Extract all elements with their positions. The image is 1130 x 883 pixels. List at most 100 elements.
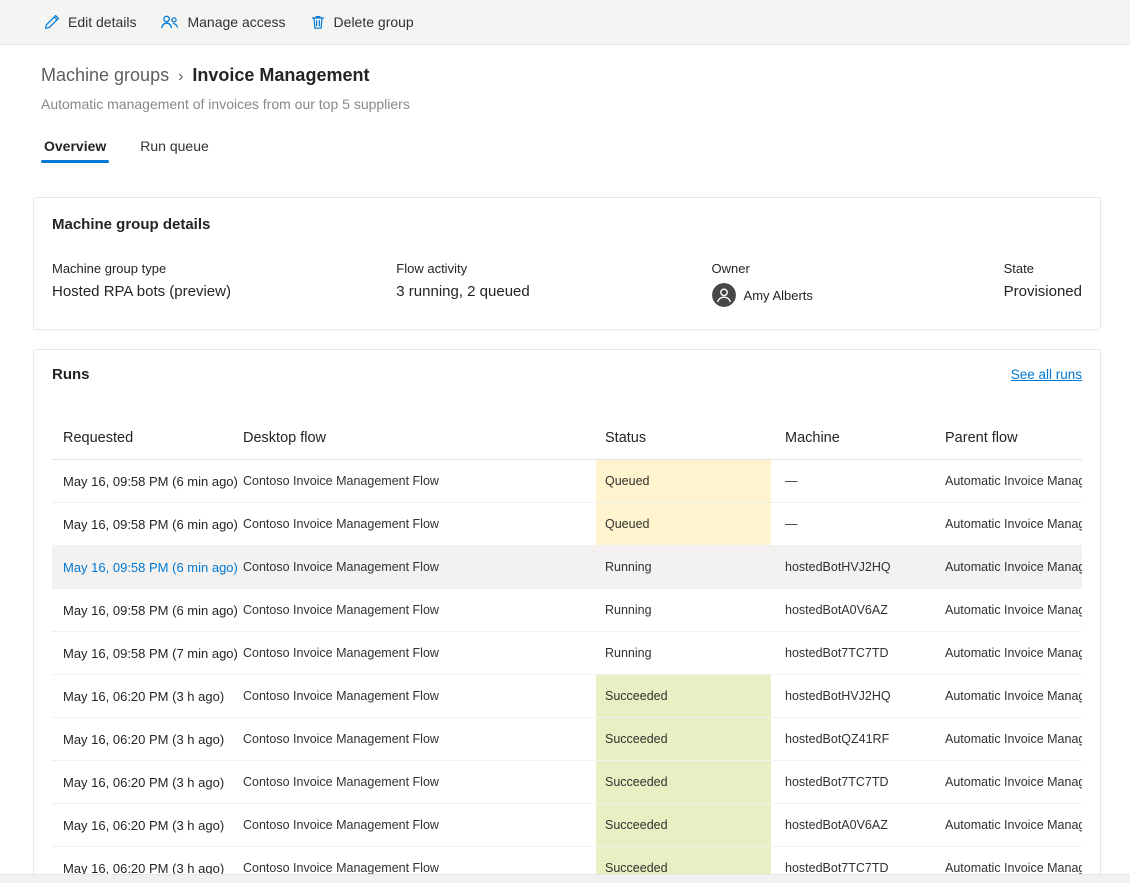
cell-parent-flow: Automatic Invoice Manage...: [945, 675, 1082, 717]
cell-machine: hostedBotA0V6AZ: [771, 589, 945, 631]
column-header-status[interactable]: Status: [596, 417, 771, 459]
cell-requested[interactable]: May 16, 06:20 PM (3 h ago): [52, 761, 243, 803]
cell-requested[interactable]: May 16, 09:58 PM (6 min ago): [52, 503, 243, 545]
horizontal-scrollbar[interactable]: [0, 874, 1130, 883]
column-header-desktop-flow[interactable]: Desktop flow: [243, 417, 596, 459]
breadcrumb-machine-groups[interactable]: Machine groups: [41, 63, 169, 87]
edit-details-label: Edit details: [68, 14, 136, 30]
tab-run-queue[interactable]: Run queue: [137, 129, 212, 163]
cell-desktop-flow: Contoso Invoice Management Flow: [243, 761, 596, 803]
column-header-machine[interactable]: Machine: [771, 417, 945, 459]
cell-requested[interactable]: May 16, 06:20 PM (3 h ago): [52, 718, 243, 760]
table-row[interactable]: May 16, 09:58 PM (7 min ago) Contoso Inv…: [52, 632, 1082, 675]
see-all-runs-link[interactable]: See all runs: [1011, 367, 1082, 382]
cell-machine: hostedBot7TC7TD: [771, 761, 945, 803]
field-owner: Owner Amy Alberts: [712, 261, 1004, 307]
cell-machine: hostedBotHVJ2HQ: [771, 546, 945, 588]
runs-table: Requested Desktop flow Status Machine Pa…: [52, 417, 1082, 883]
machine-group-details-card: Machine group details Machine group type…: [33, 197, 1101, 330]
cell-desktop-flow: Contoso Invoice Management Flow: [243, 718, 596, 760]
manage-access-button[interactable]: Manage access: [148, 5, 297, 39]
edit-icon: [44, 14, 60, 30]
delete-group-button[interactable]: Delete group: [298, 5, 426, 39]
cell-parent-flow: Automatic Invoice Manage...: [945, 546, 1082, 588]
cell-parent-flow: Automatic Invoice Manage...: [945, 503, 1082, 545]
cell-status: Running: [596, 589, 771, 631]
field-label: Owner: [712, 261, 1004, 276]
cell-machine: —: [771, 460, 945, 502]
command-bar: Edit details Manage access Delete group: [0, 0, 1130, 45]
column-header-requested[interactable]: Requested: [52, 417, 243, 459]
tab-overview[interactable]: Overview: [41, 129, 109, 163]
cell-requested[interactable]: May 16, 06:20 PM (3 h ago): [52, 804, 243, 846]
table-row[interactable]: May 16, 06:20 PM (3 h ago) Contoso Invoi…: [52, 804, 1082, 847]
cell-parent-flow: Automatic Invoice Manage...: [945, 632, 1082, 674]
runs-card: Runs See all runs Requested Desktop flow…: [33, 349, 1101, 883]
cell-desktop-flow: Contoso Invoice Management Flow: [243, 632, 596, 674]
cell-status: Succeeded: [596, 675, 771, 717]
table-row[interactable]: May 16, 09:58 PM (6 min ago) Contoso Inv…: [52, 460, 1082, 503]
field-value: 3 running, 2 queued: [396, 283, 711, 300]
details-card-title: Machine group details: [52, 216, 1082, 233]
edit-details-button[interactable]: Edit details: [32, 5, 148, 39]
cell-parent-flow: Automatic Invoice Manage...: [945, 718, 1082, 760]
delete-icon: [310, 14, 326, 30]
field-machine-group-type: Machine group type Hosted RPA bots (prev…: [52, 261, 396, 307]
manage-access-label: Manage access: [187, 14, 285, 30]
cell-status: Queued: [596, 503, 771, 545]
page-subtitle: Automatic management of invoices from ou…: [41, 95, 1130, 113]
page-title: Invoice Management: [192, 63, 369, 87]
runs-card-title: Runs: [52, 366, 1082, 383]
field-state: State Provisioned: [1004, 261, 1082, 307]
cell-requested[interactable]: May 16, 06:20 PM (3 h ago): [52, 675, 243, 717]
field-label: State: [1004, 261, 1082, 276]
table-row[interactable]: May 16, 09:58 PM (6 min ago) Contoso Inv…: [52, 589, 1082, 632]
cell-desktop-flow: Contoso Invoice Management Flow: [243, 546, 596, 588]
cell-requested[interactable]: May 16, 09:58 PM (6 min ago): [52, 460, 243, 502]
owner-value: Amy Alberts: [712, 283, 1004, 307]
cell-desktop-flow: Contoso Invoice Management Flow: [243, 804, 596, 846]
owner-name: Amy Alberts: [744, 288, 813, 303]
field-flow-activity: Flow activity 3 running, 2 queued: [396, 261, 711, 307]
breadcrumb-separator-icon: ›: [178, 65, 183, 89]
table-row[interactable]: May 16, 06:20 PM (3 h ago) Contoso Invoi…: [52, 675, 1082, 718]
table-row[interactable]: May 16, 06:20 PM (3 h ago) Contoso Invoi…: [52, 718, 1082, 761]
details-fields: Machine group type Hosted RPA bots (prev…: [52, 261, 1082, 307]
runs-table-body: May 16, 09:58 PM (6 min ago) Contoso Inv…: [52, 460, 1082, 883]
cell-desktop-flow: Contoso Invoice Management Flow: [243, 503, 596, 545]
cell-status: Succeeded: [596, 718, 771, 760]
cell-parent-flow: Automatic Invoice Manage...: [945, 761, 1082, 803]
cell-machine: hostedBotQZ41RF: [771, 718, 945, 760]
page-header: Machine groups › Invoice Management Auto…: [0, 63, 1130, 113]
cell-desktop-flow: Contoso Invoice Management Flow: [243, 460, 596, 502]
column-header-parent-flow[interactable]: Parent flow: [945, 417, 1082, 459]
field-label: Machine group type: [52, 261, 396, 276]
cell-desktop-flow: Contoso Invoice Management Flow: [243, 589, 596, 631]
cell-desktop-flow: Contoso Invoice Management Flow: [243, 675, 596, 717]
table-row[interactable]: May 16, 09:58 PM (6 min ago) Contoso Inv…: [52, 503, 1082, 546]
table-row[interactable]: May 16, 09:58 PM (6 min ago) Contoso Inv…: [52, 546, 1082, 589]
cell-machine: hostedBot7TC7TD: [771, 632, 945, 674]
cell-parent-flow: Automatic Invoice Manage...: [945, 589, 1082, 631]
cell-status: Running: [596, 632, 771, 674]
cell-requested[interactable]: May 16, 09:58 PM (7 min ago): [52, 632, 243, 674]
cell-machine: hostedBotHVJ2HQ: [771, 675, 945, 717]
state-value: Provisioned: [1004, 283, 1082, 300]
cell-status: Running: [596, 546, 771, 588]
field-value: Hosted RPA bots (preview): [52, 283, 396, 300]
cell-parent-flow: Automatic Invoice Manage...: [945, 460, 1082, 502]
tab-bar: Overview Run queue: [41, 129, 1130, 163]
breadcrumb: Machine groups › Invoice Management: [41, 63, 1130, 89]
table-row[interactable]: May 16, 06:20 PM (3 h ago) Contoso Invoi…: [52, 761, 1082, 804]
cell-requested[interactable]: May 16, 09:58 PM (6 min ago): [52, 589, 243, 631]
cell-requested[interactable]: May 16, 09:58 PM (6 min ago): [52, 546, 243, 588]
cell-status: Queued: [596, 460, 771, 502]
delete-group-label: Delete group: [334, 14, 414, 30]
cell-status: Succeeded: [596, 761, 771, 803]
cell-status: Succeeded: [596, 804, 771, 846]
table-header-row: Requested Desktop flow Status Machine Pa…: [52, 417, 1082, 460]
cell-machine: —: [771, 503, 945, 545]
cell-parent-flow: Automatic Invoice Manage...: [945, 804, 1082, 846]
field-label: Flow activity: [396, 261, 711, 276]
manage-access-icon: [160, 14, 179, 30]
